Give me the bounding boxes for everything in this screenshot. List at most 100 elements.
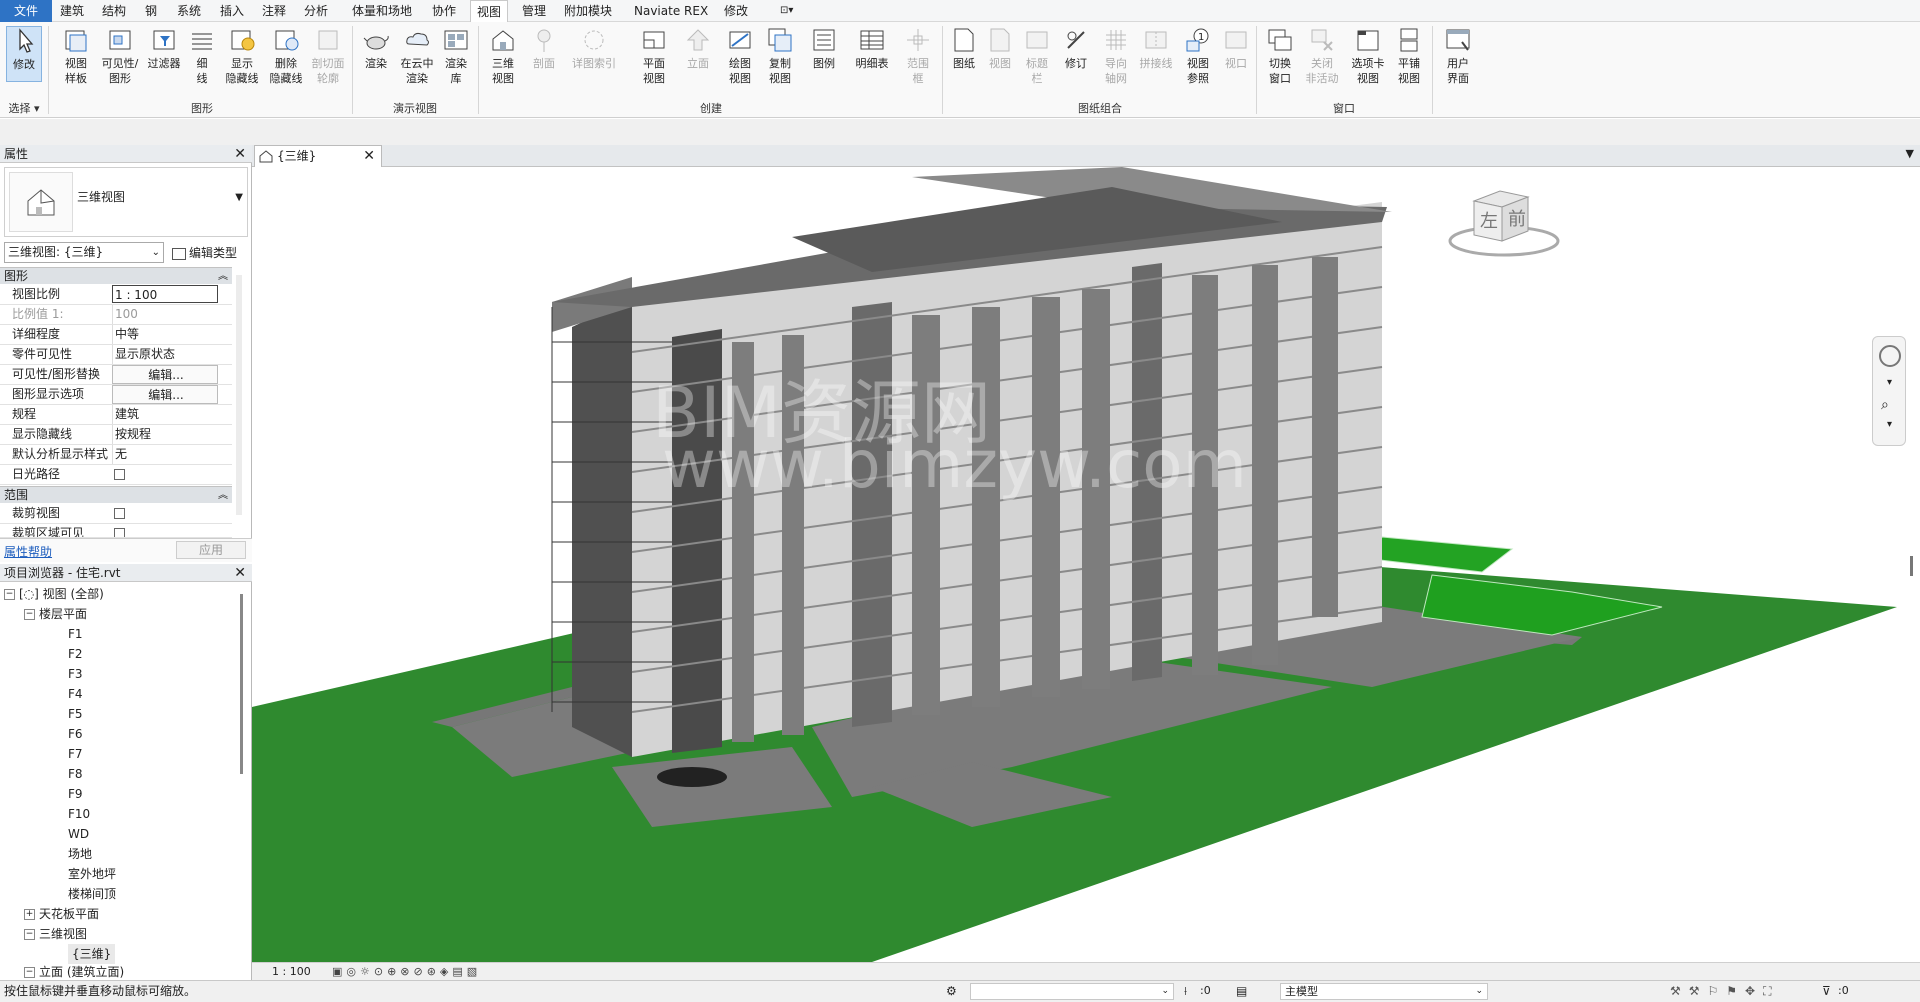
select-panel-label[interactable]: 选择 ▾ xyxy=(4,100,44,116)
instance-selector[interactable]: 三维视图: {三维} ⌄ xyxy=(4,242,164,263)
switch-windows-button[interactable]: 切换 窗口 xyxy=(1262,26,1298,86)
legend-button[interactable]: 图例 xyxy=(806,26,842,71)
steering-wheel-icon[interactable] xyxy=(1879,345,1901,367)
scrollbar[interactable] xyxy=(240,594,243,774)
thin-lines-button[interactable]: 细 线 xyxy=(186,26,218,86)
chevron-down-icon[interactable]: ▼ xyxy=(235,192,243,203)
3d-view-button[interactable]: 三维 视图 xyxy=(484,26,522,86)
zoom-icon[interactable]: ⌕ xyxy=(1881,397,1889,413)
collapse-icon[interactable]: ︽ xyxy=(218,268,228,285)
tree-level-item[interactable]: F5 xyxy=(68,704,83,724)
viewports-button[interactable]: 视口 xyxy=(1220,26,1252,71)
workset-dropdown[interactable]: ⌄ xyxy=(970,983,1174,1000)
menu-naviate-rex[interactable]: Naviate REX xyxy=(628,0,714,22)
selection-filter-icons[interactable]: ⚒⚒⚐⚑✥⛶ xyxy=(1670,981,1780,1001)
prop-parts-visibility[interactable]: 零件可见性 显示原状态 xyxy=(0,345,232,365)
edit-display-button[interactable]: 编辑... xyxy=(112,385,218,404)
properties-help-link[interactable]: 属性帮助 xyxy=(4,543,52,560)
scrollbar[interactable] xyxy=(236,275,242,515)
tab-3d-view[interactable]: {三维} ✕ xyxy=(254,145,382,167)
prop-value[interactable]: 中等 xyxy=(112,325,232,344)
menu-systems[interactable]: 系统 xyxy=(171,0,207,22)
section-extents[interactable]: 范围 ︽ xyxy=(0,486,232,503)
tree-level-item[interactable]: F10 xyxy=(68,804,90,824)
filters-button[interactable]: 过滤器 xyxy=(144,26,184,71)
tree-level-item[interactable]: F2 xyxy=(68,644,83,664)
model-dropdown[interactable]: 主模型 ⌄ xyxy=(1280,983,1488,1000)
title-block-button[interactable]: 标题 栏 xyxy=(1020,26,1054,86)
prop-analysis-style[interactable]: 默认分析显示样式无 xyxy=(0,445,232,465)
view-control-icons[interactable]: ▣◎☼⊙⊕⊗⊘⊛◈▤▧ xyxy=(332,963,481,981)
prop-value[interactable]: 无 xyxy=(112,445,232,464)
cut-profile-button[interactable]: 剖切面 轮廓 xyxy=(308,26,348,86)
dropdown-box-icon[interactable]: ⊡▾ xyxy=(774,0,799,22)
3d-viewport[interactable]: BIM资源网 www.bimzyw.com 左 前 xyxy=(252,167,1920,962)
tree-ceiling-plans[interactable]: + 天花板平面 xyxy=(24,904,99,924)
tree-level-item[interactable]: F4 xyxy=(68,684,83,704)
render-cloud-button[interactable]: 在云中 渲染 xyxy=(396,26,438,86)
viewcube-left[interactable]: 左 xyxy=(1480,211,1498,232)
scrollbar[interactable] xyxy=(1910,556,1913,576)
filter-icon[interactable]: ⊽ xyxy=(1822,981,1831,1001)
callout-button[interactable]: 详图索引 xyxy=(566,26,622,71)
tree-3d-view-item[interactable]: {三维} xyxy=(68,944,116,964)
user-interface-button[interactable]: 用户 界面 xyxy=(1438,26,1478,86)
close-inactive-button[interactable]: 关闭 非活动 xyxy=(1302,26,1342,86)
edit-type-button[interactable]: 编辑类型 xyxy=(172,244,237,261)
sun-path-checkbox[interactable] xyxy=(114,469,125,480)
collapse-icon[interactable]: − xyxy=(24,967,35,978)
menu-insert[interactable]: 插入 xyxy=(214,0,250,22)
tab-views-button[interactable]: 选项卡 视图 xyxy=(1346,26,1390,86)
expand-icon[interactable]: + xyxy=(24,909,35,920)
section-graphics[interactable]: 图形 ︽ xyxy=(0,267,232,284)
tree-level-item[interactable]: F8 xyxy=(68,764,83,784)
prop-value[interactable]: 显示原状态 xyxy=(112,345,232,364)
menu-view[interactable]: 视图 xyxy=(470,0,509,23)
menu-analyze[interactable]: 分析 xyxy=(298,0,334,22)
workset-icon[interactable]: ⚙ xyxy=(946,981,957,1001)
tree-elevations[interactable]: − 立面 (建筑立面) xyxy=(24,962,124,980)
collapse-icon[interactable]: − xyxy=(24,609,35,620)
tree-level-item[interactable]: WD xyxy=(68,824,89,844)
close-icon[interactable]: ✕ xyxy=(234,145,246,163)
sheet-button[interactable]: 图纸 xyxy=(948,26,980,71)
viewcube[interactable]: 左 前 xyxy=(1446,183,1566,263)
visibility-graphics-button[interactable]: 可见性/ 图形 xyxy=(98,26,142,86)
menu-file[interactable]: 文件 xyxy=(0,0,52,22)
edit-vg-button[interactable]: 编辑... xyxy=(112,365,218,384)
collapse-icon[interactable]: − xyxy=(4,589,15,600)
tree-level-item[interactable]: F6 xyxy=(68,724,83,744)
place-view-button[interactable]: 视图 xyxy=(984,26,1016,71)
tree-level-item[interactable]: F9 xyxy=(68,784,83,804)
show-hidden-lines-button[interactable]: 显示 隐藏线 xyxy=(222,26,262,86)
modify-button[interactable]: 修改 xyxy=(6,26,42,82)
tree-level-item[interactable]: 室外地坪 xyxy=(68,864,116,884)
tree-level-item[interactable]: F1 xyxy=(68,624,83,644)
duplicate-view-button[interactable]: 复制 视图 xyxy=(762,26,798,86)
elevation-button[interactable]: 立面 xyxy=(680,26,716,71)
collapse-icon[interactable]: − xyxy=(24,929,35,940)
tree-views-root[interactable]: − [◌] 视图 (全部) xyxy=(4,584,104,604)
prop-value[interactable]: 按规程 xyxy=(112,425,232,444)
view-template-button[interactable]: 视图 样板 xyxy=(56,26,96,86)
revisions-button[interactable]: 修订 xyxy=(1058,26,1094,71)
tree-level-item[interactable]: F3 xyxy=(68,664,83,684)
tree-3d-views[interactable]: − 三维视图 xyxy=(24,924,87,944)
section-button[interactable]: 剖面 xyxy=(526,26,562,71)
prop-detail-level[interactable]: 详细程度 中等 xyxy=(0,325,232,345)
menu-architecture[interactable]: 建筑 xyxy=(54,0,90,22)
prop-value[interactable]: 建筑 xyxy=(112,405,232,424)
crop-visible-checkbox[interactable] xyxy=(114,528,125,537)
crop-view-checkbox[interactable] xyxy=(114,508,125,519)
menu-structure[interactable]: 结构 xyxy=(96,0,132,22)
close-icon[interactable]: ✕ xyxy=(363,146,375,166)
render-button[interactable]: 渲染 xyxy=(358,26,394,71)
menu-addins[interactable]: 附加模块 xyxy=(558,0,618,22)
remove-hidden-lines-button[interactable]: 删除 隐藏线 xyxy=(266,26,306,86)
view-reference-button[interactable]: 1 视图 参照 xyxy=(1180,26,1216,86)
type-selector[interactable]: 三维视图 ▼ xyxy=(4,167,248,237)
matchline-button[interactable]: 拼接线 xyxy=(1136,26,1176,71)
chevron-down-icon[interactable]: ▼ xyxy=(1906,147,1914,160)
tile-views-button[interactable]: 平铺 视图 xyxy=(1392,26,1426,86)
tree-level-item[interactable]: F7 xyxy=(68,744,83,764)
